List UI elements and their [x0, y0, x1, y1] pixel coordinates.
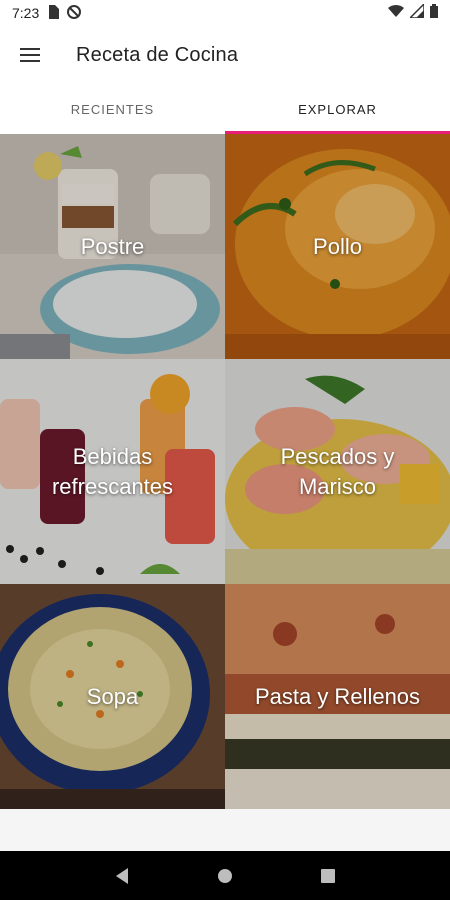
wifi-icon: [388, 4, 404, 23]
category-tile-bebidas[interactable]: Bebidas refrescantes: [0, 359, 225, 584]
category-tile-pasta[interactable]: Pasta y Rellenos: [225, 584, 450, 809]
tab-bar: RECIENTES EXPLORAR: [0, 84, 450, 134]
do-not-disturb-icon: [67, 4, 82, 22]
category-grid: Postre Pollo Bebidas refrescantes Pescad…: [0, 134, 450, 809]
app-title: Receta de Cocina: [76, 43, 239, 66]
back-icon[interactable]: [102, 856, 142, 896]
tab-recientes[interactable]: RECIENTES: [0, 84, 225, 134]
home-icon[interactable]: [205, 856, 245, 896]
category-label: Postre: [80, 233, 145, 259]
bottom-spacer: [0, 809, 450, 851]
app-bar: Receta de Cocina: [0, 26, 450, 84]
category-tile-pollo[interactable]: Pollo: [225, 134, 450, 359]
category-label: Bebidas refrescantes: [51, 443, 174, 499]
category-label: Pollo: [313, 233, 362, 259]
navigation-bar: [0, 851, 450, 900]
category-tile-sopa[interactable]: Sopa: [0, 584, 225, 809]
category-tile-pescados[interactable]: Pescados y Marisco: [225, 359, 450, 584]
category-label: Sopa: [86, 683, 139, 709]
category-label: Pasta y Rellenos: [254, 683, 421, 709]
status-time: 7:23: [12, 5, 40, 21]
status-bar: 7:23: [0, 0, 450, 26]
hamburger-menu-icon[interactable]: [0, 26, 60, 84]
sim-card-icon: [47, 4, 60, 22]
tab-explorar[interactable]: EXPLORAR: [225, 84, 450, 134]
recents-icon[interactable]: [308, 856, 348, 896]
battery-icon: [430, 3, 438, 23]
category-label: Pescados y Marisco: [280, 443, 395, 499]
cell-signal-icon: [408, 1, 425, 23]
category-tile-postre[interactable]: Postre: [0, 134, 225, 359]
